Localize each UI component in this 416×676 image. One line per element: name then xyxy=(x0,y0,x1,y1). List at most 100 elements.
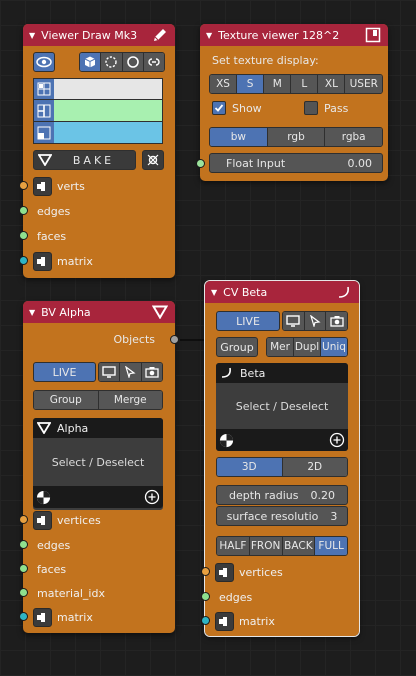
curve-selector[interactable]: Beta Select / Deselect xyxy=(216,363,348,451)
mode-option-uniq[interactable]: Uniq xyxy=(321,338,347,356)
dim-option-2d[interactable]: 2D xyxy=(282,458,347,476)
collapse-icon[interactable]: ▼ xyxy=(29,31,35,40)
size-option-user[interactable]: USER xyxy=(345,75,382,93)
camera-button[interactable] xyxy=(141,363,162,381)
view-option-full[interactable]: FULL xyxy=(315,537,347,555)
camera-button[interactable] xyxy=(326,312,347,330)
mode-option-dupl[interactable]: Dupl xyxy=(294,338,321,356)
edge-display-button[interactable] xyxy=(122,53,144,71)
mode-option-bw[interactable]: bw xyxy=(210,128,268,146)
float-input-socket[interactable] xyxy=(196,159,205,168)
material-ball-icon[interactable] xyxy=(219,433,234,448)
mode-option-mer[interactable]: Mer xyxy=(267,338,294,356)
collapse-icon[interactable]: ▼ xyxy=(211,288,217,297)
view-mode-selector[interactable]: HALF FRON BACK FULL xyxy=(216,536,348,556)
matrix-socket[interactable] xyxy=(19,612,28,621)
matrix-socket-row[interactable]: matrix xyxy=(19,606,175,628)
faces-socket[interactable] xyxy=(19,564,28,573)
edges-socket-row[interactable]: edges xyxy=(201,586,359,608)
group-button[interactable]: Group xyxy=(216,337,258,357)
matrix-socket[interactable] xyxy=(19,256,28,265)
object-selector[interactable]: Alpha Select / Deselect xyxy=(33,418,163,510)
pass-checkbox-row[interactable]: Pass xyxy=(304,101,348,115)
add-circle-icon[interactable] xyxy=(329,432,345,448)
monitor-button[interactable] xyxy=(283,312,305,330)
collapse-icon[interactable]: ▼ xyxy=(206,31,212,40)
view-option-half[interactable]: HALF xyxy=(217,537,250,555)
collapse-icon[interactable]: ▼ xyxy=(29,308,35,317)
faces-socket-row[interactable]: faces xyxy=(19,558,175,580)
add-circle-icon[interactable] xyxy=(144,489,160,505)
image-icon[interactable] xyxy=(364,26,382,44)
vertex-color-swatch[interactable] xyxy=(54,79,162,99)
vertex-color-row[interactable] xyxy=(33,78,163,100)
view-option-back[interactable]: BACK xyxy=(282,537,316,555)
select-deselect-button[interactable]: Select / Deselect xyxy=(216,383,348,429)
edge-color-swatch[interactable] xyxy=(54,100,162,121)
node-header[interactable]: ▼ Viewer Draw Mk3 xyxy=(23,24,175,46)
clear-button[interactable] xyxy=(142,150,164,170)
plug-icon[interactable] xyxy=(33,251,52,271)
selector-header[interactable]: Alpha xyxy=(33,418,163,438)
dim-option-3d[interactable]: 3D xyxy=(217,458,283,476)
cursor-button[interactable] xyxy=(120,363,142,381)
vertices-socket-row[interactable]: vertices xyxy=(201,561,359,583)
vertices-socket[interactable] xyxy=(19,515,28,524)
view-option-fron[interactable]: FRON xyxy=(249,537,283,555)
depth-radius-field[interactable]: depth radius 0.20 xyxy=(216,485,348,505)
size-option-m[interactable]: M xyxy=(264,75,292,93)
vertices-socket[interactable] xyxy=(201,567,210,576)
size-option-xs[interactable]: XS xyxy=(210,75,238,93)
plug-icon[interactable] xyxy=(215,611,234,631)
pencil-icon[interactable] xyxy=(151,26,169,44)
texture-size-selector[interactable]: XS S M L XL USER xyxy=(209,74,383,94)
face-color-row[interactable] xyxy=(33,122,163,144)
merge-button[interactable]: Merge xyxy=(98,391,162,409)
material-idx-socket-row[interactable]: material_idx xyxy=(19,582,175,604)
link-display-button[interactable] xyxy=(143,53,164,71)
size-option-xl[interactable]: XL xyxy=(318,75,346,93)
verts-socket[interactable] xyxy=(19,181,28,190)
live-options-group[interactable] xyxy=(282,311,348,331)
select-deselect-button[interactable]: Select / Deselect xyxy=(33,438,163,486)
edges-socket-row[interactable]: edges xyxy=(19,200,175,222)
group-button[interactable]: Group xyxy=(34,391,99,409)
face-color-toggle[interactable] xyxy=(34,122,54,143)
faces-socket[interactable] xyxy=(19,231,28,240)
live-button[interactable]: LIVE xyxy=(216,311,280,331)
edges-socket[interactable] xyxy=(19,540,28,549)
mode-option-rgba[interactable]: rgba xyxy=(325,128,382,146)
mode-option-rgb[interactable]: rgb xyxy=(267,128,326,146)
matrix-socket-row[interactable]: matrix xyxy=(19,250,175,272)
vertices-socket-row[interactable]: vertices xyxy=(19,509,175,531)
node-header[interactable]: ▼ BV Alpha xyxy=(23,301,175,323)
cursor-button[interactable] xyxy=(304,312,327,330)
color-mode-selector[interactable]: bw rgb rgba xyxy=(209,127,383,147)
viewer-draw-node[interactable]: ▼ Viewer Draw Mk3 BAKE verts edges faces… xyxy=(19,24,175,278)
size-option-s[interactable]: S xyxy=(237,75,265,93)
show-checkbox-row[interactable]: Show xyxy=(212,101,262,115)
verts-socket-row[interactable]: verts xyxy=(19,175,175,197)
vertex-color-toggle[interactable] xyxy=(34,79,54,99)
material-ball-icon[interactable] xyxy=(36,490,51,505)
cube-display-button[interactable] xyxy=(80,53,102,71)
matrix-socket-row[interactable]: matrix xyxy=(201,610,359,632)
edges-socket[interactable] xyxy=(201,592,210,601)
plug-icon[interactable] xyxy=(33,176,52,196)
plug-icon[interactable] xyxy=(33,607,52,627)
matrix-socket[interactable] xyxy=(201,616,210,625)
plug-icon[interactable] xyxy=(33,510,52,530)
live-button[interactable]: LIVE xyxy=(33,362,96,382)
node-header[interactable]: ▼ CV Beta xyxy=(205,281,359,303)
live-options-group[interactable] xyxy=(98,362,163,382)
edge-color-toggle[interactable] xyxy=(34,100,54,121)
edges-socket-row[interactable]: edges xyxy=(19,534,175,556)
merge-mode-selector[interactable]: Mer Dupl Uniq xyxy=(266,337,348,357)
group-merge-group[interactable]: Group Merge xyxy=(33,390,163,410)
bv-alpha-node[interactable]: ▼ BV Alpha Objects LIVE Group Merge Alph… xyxy=(19,301,179,633)
vertex-display-button[interactable] xyxy=(101,53,123,71)
face-color-swatch[interactable] xyxy=(54,122,162,143)
monitor-button[interactable] xyxy=(99,363,121,381)
edges-socket[interactable] xyxy=(19,206,28,215)
show-checkbox[interactable] xyxy=(212,101,226,115)
